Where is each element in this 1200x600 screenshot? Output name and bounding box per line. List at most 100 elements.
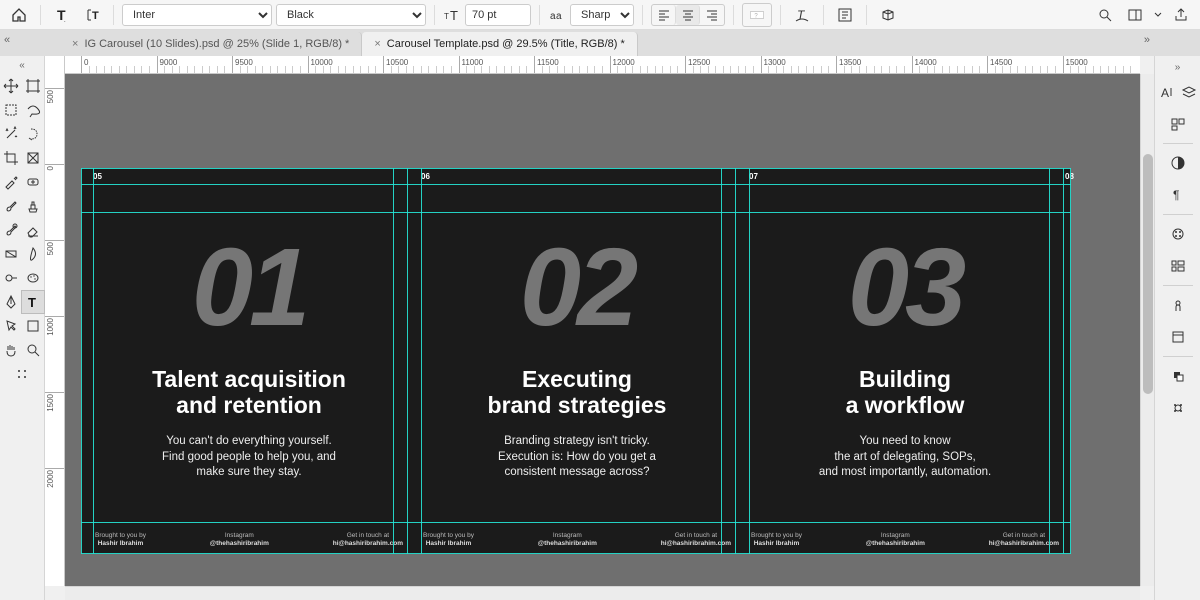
svg-text:T: T xyxy=(92,10,99,22)
slide-description: You can't do everything yourself. Find g… xyxy=(91,434,407,481)
tab-document-1[interactable]: × IG Carousel (10 Slides).psd @ 25% (Sli… xyxy=(60,32,362,56)
healing-brush-tool-icon[interactable] xyxy=(22,171,44,193)
pen-tool-icon[interactable] xyxy=(0,291,22,313)
shape-tool-icon[interactable] xyxy=(22,315,44,337)
layers-panel-icon[interactable] xyxy=(1179,79,1199,105)
tools-panel: « xyxy=(0,56,45,600)
quick-select-tool-icon[interactable] xyxy=(22,123,44,145)
libraries-panel-icon[interactable] xyxy=(1163,324,1193,350)
horizontal-scrollbar[interactable] xyxy=(65,586,1140,600)
hand-tool-icon[interactable] xyxy=(0,339,22,361)
slide-title: Executing brand strategies xyxy=(419,366,735,419)
page-label: 07 xyxy=(749,172,758,181)
collapse-panel-icon[interactable]: » xyxy=(1175,62,1181,73)
artboard-tool-icon[interactable] xyxy=(22,75,44,97)
slide-05[interactable]: 05 01 Talent acquisition and retention Y… xyxy=(91,168,407,554)
character-panel-icon[interactable] xyxy=(832,3,858,27)
crop-tool-icon[interactable] xyxy=(0,147,22,169)
info-panel-icon[interactable] xyxy=(1163,292,1193,318)
type-tool-icon[interactable]: T. xyxy=(49,3,75,27)
antialias-icon: aa xyxy=(548,3,566,27)
text-orientation-icon[interactable]: T xyxy=(79,3,105,27)
eyedropper-tool-icon[interactable] xyxy=(0,171,22,193)
history-brush-tool-icon[interactable] xyxy=(0,219,22,241)
page-label: 06 xyxy=(421,172,430,181)
font-family-select[interactable]: Inter xyxy=(122,4,272,26)
svg-text:.: . xyxy=(64,18,66,23)
swatches-panel-icon[interactable] xyxy=(1163,221,1193,247)
frame-tool-icon[interactable] xyxy=(22,147,44,169)
properties-panel-icon[interactable] xyxy=(1163,253,1193,279)
text-color-swatch[interactable]: ? xyxy=(742,3,772,27)
workspace-switcher-icon[interactable] xyxy=(1122,3,1148,27)
align-left-icon[interactable] xyxy=(652,5,676,25)
tab-document-2[interactable]: × Carousel Template.psd @ 29.5% (Title, … xyxy=(362,32,637,56)
font-weight-select[interactable]: Black xyxy=(276,4,426,26)
canvas[interactable]: 05 01 Talent acquisition and retention Y… xyxy=(81,168,1071,554)
slide-number: 03 xyxy=(747,224,1063,351)
zoom-tool-icon[interactable] xyxy=(22,339,44,361)
lasso-tool-icon[interactable] xyxy=(22,99,44,121)
svg-text:T: T xyxy=(28,295,36,310)
font-size-icon: TT xyxy=(443,3,461,27)
share-icon[interactable] xyxy=(1168,3,1194,27)
type-tool-icon[interactable]: T xyxy=(22,291,44,313)
antialias-select[interactable]: Sharp xyxy=(570,4,634,26)
adjustments-panel-icon[interactable] xyxy=(1163,150,1193,176)
slide-06[interactable]: 06 02 Executing brand strategies Brandin… xyxy=(419,168,735,554)
tool-options-icon[interactable] xyxy=(12,363,32,385)
right-panel-dock: » A ¶ xyxy=(1154,56,1200,600)
tab-label: Carousel Template.psd @ 29.5% (Title, RG… xyxy=(387,38,625,50)
tab-label: IG Carousel (10 Slides).psd @ 25% (Slide… xyxy=(84,38,349,50)
home-icon[interactable] xyxy=(6,3,32,27)
paragraph-panel-icon[interactable]: ¶ xyxy=(1163,182,1193,208)
blur-tool-icon[interactable] xyxy=(22,243,44,265)
vertical-scrollbar[interactable] xyxy=(1140,74,1154,586)
close-icon[interactable]: × xyxy=(374,38,380,50)
clone-stamp-tool-icon[interactable] xyxy=(22,195,44,217)
search-icon[interactable] xyxy=(1092,3,1118,27)
slide-07[interactable]: 07 03 Building a workflow You need to kn… xyxy=(747,168,1063,554)
slide-footer: Brought to you byHashir Ibrahim Instagra… xyxy=(95,532,403,548)
glyphs-panel-icon[interactable] xyxy=(1163,111,1193,137)
svg-text:a: a xyxy=(556,11,562,22)
color-panel-icon[interactable] xyxy=(1163,363,1193,389)
marquee-tool-icon[interactable] xyxy=(0,99,22,121)
collapse-panel-icon[interactable]: « xyxy=(19,60,25,74)
collapse-left-icon[interactable]: « xyxy=(4,34,10,46)
gradient-tool-icon[interactable] xyxy=(0,243,22,265)
close-icon[interactable]: × xyxy=(72,38,78,50)
3d-mode-icon[interactable] xyxy=(875,3,901,27)
navigator-panel-icon[interactable] xyxy=(1163,395,1193,421)
move-tool-icon[interactable] xyxy=(0,75,22,97)
workspace-chevron-icon[interactable] xyxy=(1152,3,1164,27)
eraser-tool-icon[interactable] xyxy=(22,219,44,241)
character-panel-icon[interactable]: A xyxy=(1157,79,1177,105)
collapse-right-icon[interactable]: » xyxy=(1144,34,1150,46)
slide-number: 02 xyxy=(419,224,735,351)
svg-text:T: T xyxy=(444,12,449,21)
scrollbar-thumb[interactable] xyxy=(1143,154,1153,394)
font-size-input[interactable] xyxy=(465,4,531,26)
path-select-tool-icon[interactable] xyxy=(0,315,22,337)
warp-text-icon[interactable]: T xyxy=(789,3,815,27)
document-window: 0900095001000010500110001150012000125001… xyxy=(45,56,1154,600)
svg-text:T: T xyxy=(450,8,458,23)
document-tabs: « × IG Carousel (10 Slides).psd @ 25% (S… xyxy=(0,30,1200,56)
magic-wand-tool-icon[interactable] xyxy=(0,123,22,145)
slide-description: You need to know the art of delegating, … xyxy=(747,434,1063,481)
svg-text:A: A xyxy=(1161,86,1169,100)
page-label: 05 xyxy=(93,172,102,181)
dodge-tool-icon[interactable] xyxy=(0,267,22,289)
slide-title: Building a workflow xyxy=(747,366,1063,419)
canvas-viewport[interactable]: 05 01 Talent acquisition and retention Y… xyxy=(65,74,1140,586)
sponge-tool-icon[interactable] xyxy=(22,267,44,289)
options-bar: T. T Inter Black TT aa Sharp ? T xyxy=(0,0,1200,30)
align-center-icon[interactable] xyxy=(676,5,700,25)
brush-tool-icon[interactable] xyxy=(0,195,22,217)
vertical-ruler[interactable]: 5000500100015002000 xyxy=(45,56,65,586)
horizontal-ruler[interactable]: 0900095001000010500110001150012000125001… xyxy=(65,56,1140,74)
svg-text:¶: ¶ xyxy=(1173,188,1179,202)
slide-description: Branding strategy isn't tricky. Executio… xyxy=(419,434,735,481)
align-right-icon[interactable] xyxy=(700,5,724,25)
